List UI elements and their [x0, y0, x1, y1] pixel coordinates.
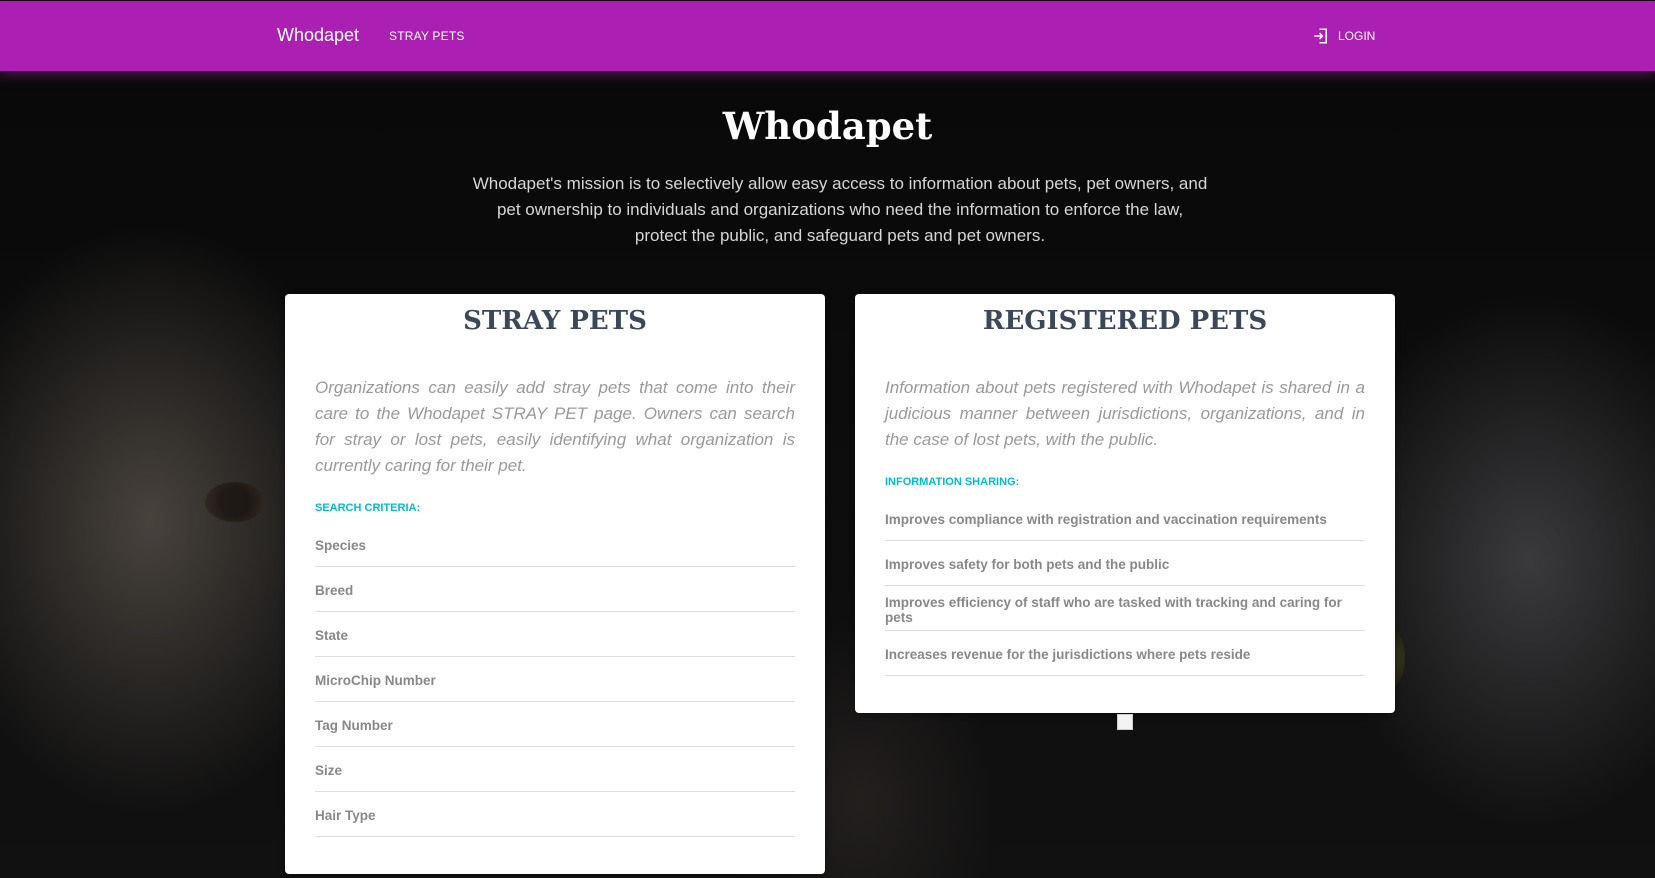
stray-pets-description: Organizations can easily add stray pets … — [315, 378, 795, 475]
list-item: Size — [315, 748, 795, 792]
registered-pets-description: Information about pets registered with W… — [885, 378, 1365, 449]
list-item: Tag Number — [315, 703, 795, 747]
stray-pets-card: STRAY PETS Organizations can easily add … — [285, 294, 825, 874]
stray-pets-title: STRAY PETS — [463, 306, 647, 336]
dog-eye-shape — [205, 482, 265, 522]
information-sharing-heading: INFORMATION SHARING: — [885, 476, 1020, 488]
list-item: MicroChip Number — [315, 658, 795, 702]
list-item: Improves compliance with registration an… — [885, 497, 1365, 541]
registered-pets-title: REGISTERED PETS — [982, 306, 1268, 336]
search-criteria-list: Species Breed State MicroChip Number Tag… — [315, 522, 795, 837]
list-item: Improves safety for both pets and the pu… — [885, 542, 1365, 586]
brand-link[interactable]: Whodapet — [277, 25, 359, 46]
registered-pets-card: REGISTERED PETS Information about pets r… — [855, 294, 1395, 713]
login-label: LOGIN — [1338, 29, 1376, 43]
list-item: Increases revenue for the jurisdictions … — [885, 632, 1365, 676]
information-sharing-list: Improves compliance with registration an… — [885, 496, 1365, 676]
list-item: State — [315, 613, 795, 657]
nav-link-stray-pets[interactable]: STRAY PETS — [389, 29, 465, 43]
login-icon — [1314, 28, 1327, 44]
broken-image-icon — [1117, 714, 1133, 730]
search-criteria-heading: SEARCH CRITERIA: — [315, 502, 421, 514]
list-item: Hair Type — [315, 793, 795, 837]
login-button[interactable]: LOGIN — [1312, 25, 1375, 47]
hero-mission-text: Whodapet's mission is to selectively all… — [472, 174, 1208, 245]
hero-title: Whodapet — [722, 104, 933, 148]
list-item: Breed — [315, 568, 795, 612]
list-item: Species — [315, 523, 795, 567]
list-item: Improves efficiency of staff who are tas… — [885, 587, 1365, 631]
top-navbar: Whodapet STRAY PETS LOGIN — [0, 1, 1655, 71]
